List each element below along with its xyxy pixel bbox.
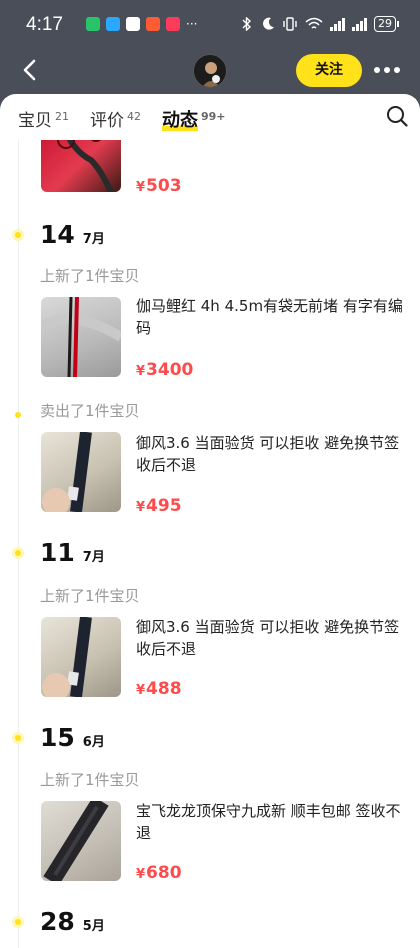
product-price: ¥3400 [136,360,194,380]
product-title[interactable]: 宝飞龙龙顶保守九成新 顺丰包邮 签收不退 [136,800,408,844]
video-app-icon [166,17,180,31]
product-thumbnail[interactable] [41,801,121,881]
seller-avatar[interactable] [193,54,227,88]
battery-icon: 29 [374,16,399,32]
timeline-dot [12,547,24,559]
timeline-dot [12,916,24,928]
product-thumbnail[interactable] [41,297,121,377]
product-thumbnail[interactable] [41,432,121,512]
profile-tab-bar: 宝贝 21 评价 42 动态 99+ [0,94,420,140]
timeline-line [18,140,19,948]
wechat-app-icon [86,17,100,31]
product-price: ¥488 [136,679,182,699]
event-label: 上新了1件宝贝 [40,771,140,789]
date-header: 14 7月 [40,220,105,249]
notification-icons: ··· [86,17,197,31]
message-app-icon [106,17,120,31]
timeline-dot [12,229,24,241]
tab-items[interactable]: 宝贝 21 [18,106,69,131]
signal-icon [330,17,345,31]
product-title[interactable]: 御风3.6 当面验货 可以拒收 避免换节签收后不退 [136,616,408,660]
product-thumbnail[interactable] [41,617,121,697]
product-price: ¥680 [136,863,182,883]
system-indicators: 29 [239,16,399,32]
follow-button[interactable]: 关注 [296,54,362,87]
date-header: 15 6月 [40,723,105,752]
timeline-dot [15,412,21,418]
product-price: ¥495 [136,496,182,516]
more-notifications-icon: ··· [186,17,198,31]
more-menu-icon[interactable] [374,61,402,79]
activity-feed: ¥503 14 7月 上新了1件宝贝 伽马鲤红 4h 4.5m有袋无前堵 有字有编… [0,140,420,948]
product-price: ¥503 [136,176,182,196]
product-title[interactable]: 御风3.6 当面验货 可以拒收 避免换节签收后不退 [136,432,408,476]
signal-2-icon [352,17,367,31]
wifi-icon [305,17,323,29]
browser-app-icon [126,17,140,31]
bluetooth-icon [242,17,252,31]
status-bar: 4:17 ··· 29 [0,0,420,52]
avatar-image [202,62,220,87]
timeline-dot [12,732,24,744]
status-time: 4:17 [26,14,63,35]
search-icon[interactable] [386,105,408,127]
product-thumbnail[interactable] [41,140,121,192]
date-header: 28 5月 [40,907,105,936]
tab-activity[interactable]: 动态 99+ [162,106,226,132]
event-label: 卖出了1件宝贝 [40,402,140,420]
shop-app-icon [146,17,160,31]
moon-icon [263,17,274,30]
date-header: 11 7月 [40,538,105,567]
event-label: 上新了1件宝贝 [40,267,140,285]
vibrate-icon [283,17,297,31]
product-title[interactable]: 伽马鲤红 4h 4.5m有袋无前堵 有字有编码 [136,295,408,339]
tab-reviews[interactable]: 评价 42 [90,106,141,131]
back-arrow-icon[interactable] [18,58,42,82]
event-label: 上新了1件宝贝 [40,587,140,605]
